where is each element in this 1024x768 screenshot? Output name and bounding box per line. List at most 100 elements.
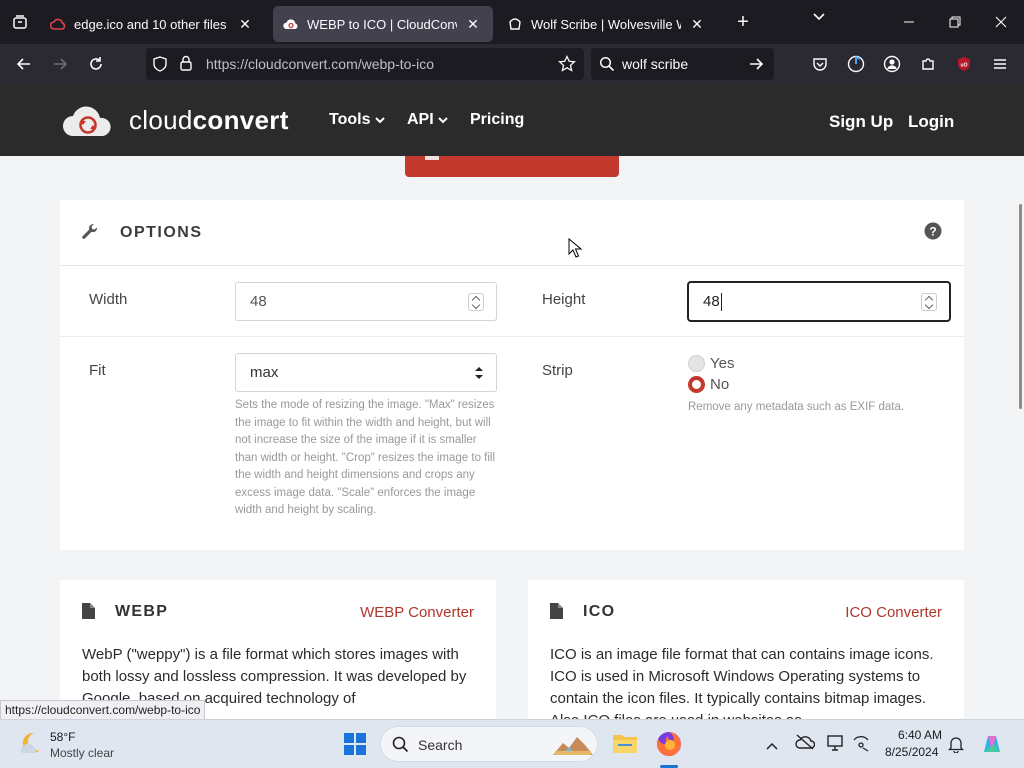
chevron-down-icon[interactable]	[812, 10, 826, 29]
nav-pricing[interactable]: Pricing	[470, 111, 524, 129]
taskbar-search[interactable]: Search	[380, 726, 598, 762]
width-stepper[interactable]	[468, 293, 484, 311]
cloudconvert-logo-icon[interactable]	[61, 102, 115, 143]
webp-converter-link[interactable]: WEBP Converter	[360, 604, 474, 621]
account-icon[interactable]	[874, 48, 910, 80]
fit-help-text: Sets the mode of resizing the image. "Ma…	[235, 399, 496, 516]
search-text: wolf scribe	[622, 56, 689, 72]
document-icon	[82, 603, 95, 624]
convert-button[interactable]	[405, 156, 619, 177]
menu-hamburger-icon[interactable]	[982, 48, 1018, 80]
strip-no-radio[interactable]	[688, 376, 705, 393]
tab-list-icon[interactable]	[0, 0, 40, 44]
tab-wolf-scribe-wiki[interactable]: Wolf Scribe | Wolvesville Wiki | F ✕	[497, 6, 717, 42]
search-highlight-icon	[551, 733, 595, 762]
width-label: Width	[89, 291, 128, 308]
nav-tools[interactable]: Tools	[329, 111, 385, 129]
text-cursor	[720, 292, 722, 311]
pocket-icon[interactable]	[802, 48, 838, 80]
bookmark-star-icon[interactable]	[558, 54, 576, 78]
ico-converter-link[interactable]: ICO Converter	[845, 604, 942, 621]
logo-wordmark[interactable]: cloudconvert	[129, 105, 289, 136]
close-window-icon[interactable]	[978, 0, 1024, 44]
options-panel: OPTIONS ? Width 48 Height 48 Fit max Set…	[60, 200, 964, 550]
minimize-icon[interactable]	[886, 0, 932, 44]
lock-icon[interactable]	[179, 55, 193, 76]
search-icon	[599, 56, 615, 77]
ico-card-title: ICO	[583, 603, 616, 620]
page-scrollbar[interactable]	[1016, 156, 1024, 719]
shield-icon[interactable]	[152, 56, 168, 77]
chevron-up-icon[interactable]	[766, 738, 778, 756]
width-input[interactable]: 48	[235, 282, 497, 321]
chevron-down-icon	[438, 111, 448, 128]
strip-help-text: Remove any metadata such as EXIF data.	[688, 401, 905, 413]
restore-icon[interactable]	[932, 0, 978, 44]
nav-api-label: API	[407, 111, 434, 128]
cloud-offline-icon[interactable]	[795, 734, 816, 755]
svg-text:uO: uO	[961, 63, 968, 69]
nav-tools-label: Tools	[329, 111, 371, 128]
login-link[interactable]: Login	[908, 112, 954, 132]
webp-info-card: WEBP WEBP Converter WebP ("weppy") is a …	[60, 580, 496, 719]
weather-desc[interactable]: Mostly clear	[50, 746, 114, 760]
row-divider	[60, 336, 964, 337]
close-tab-icon[interactable]: ✕	[687, 16, 707, 33]
go-arrow-icon[interactable]	[748, 56, 764, 77]
strip-yes-label[interactable]: Yes	[710, 355, 734, 372]
clock-date[interactable]: 8/25/2024	[885, 745, 938, 759]
display-icon[interactable]	[827, 734, 845, 757]
tab-edge-ico-files[interactable]: edge.ico and 10 other files | File ✕	[40, 6, 265, 42]
ublock-icon[interactable]: uO	[946, 48, 982, 80]
link-status-url: https://cloudconvert.com/webp-to-ico	[0, 700, 206, 721]
weather-moon-icon[interactable]	[16, 729, 44, 762]
wiki-icon	[507, 16, 523, 32]
network-icon[interactable]	[852, 734, 870, 757]
logo-bold-text: convert	[192, 105, 289, 135]
options-header: OPTIONS ?	[60, 200, 964, 266]
wrench-icon	[81, 223, 99, 246]
firefox-icon[interactable]	[655, 730, 683, 763]
height-value: 48	[703, 293, 720, 310]
site-header: cloudconvert Tools API Pricing Sign Up L…	[0, 85, 1024, 156]
logo-light-text: cloud	[129, 105, 193, 135]
strip-yes-radio[interactable]	[688, 355, 705, 372]
notification-bell-icon[interactable]	[947, 735, 965, 758]
fit-label: Fit	[89, 362, 106, 379]
file-explorer-icon[interactable]	[612, 732, 638, 759]
select-arrows-icon	[474, 366, 484, 384]
height-input[interactable]: 48	[688, 282, 950, 321]
page-content: OPTIONS ? Width 48 Height 48 Fit max Set…	[0, 156, 1016, 719]
back-arrow-icon[interactable]	[6, 48, 42, 80]
scrollbar-thumb[interactable]	[1019, 204, 1022, 409]
extensions-icon[interactable]	[910, 48, 946, 80]
reload-icon[interactable]	[78, 48, 114, 80]
browser-tab-strip: edge.ico and 10 other files | File ✕ WEB…	[0, 0, 1024, 44]
file-icon	[425, 156, 439, 160]
ico-description: ICO is an image file format that can con…	[550, 646, 934, 719]
forward-arrow-icon[interactable]	[42, 48, 78, 80]
strip-no-label[interactable]: No	[710, 376, 729, 393]
cloud-icon	[50, 16, 66, 32]
height-stepper[interactable]	[921, 293, 937, 311]
browser-nav-bar: https://cloudconvert.com/webp-to-ico wol…	[0, 44, 1024, 85]
tab-webp-to-ico[interactable]: WEBP to ICO | CloudConvert ✕	[273, 6, 493, 42]
help-icon[interactable]: ?	[924, 222, 942, 245]
fit-select[interactable]: max	[235, 353, 497, 392]
webp-card-title: WEBP	[115, 603, 169, 620]
copilot-icon[interactable]	[980, 732, 1004, 761]
signup-link[interactable]: Sign Up	[829, 112, 893, 132]
timer-extension-icon[interactable]	[838, 48, 874, 80]
address-bar[interactable]: https://cloudconvert.com/webp-to-ico	[146, 48, 584, 80]
fit-selected-value: max	[250, 364, 279, 381]
new-tab-icon[interactable]: +	[725, 11, 761, 34]
strip-label: Strip	[542, 362, 573, 379]
nav-api[interactable]: API	[407, 111, 448, 129]
close-tab-icon[interactable]: ✕	[235, 16, 255, 33]
search-bar[interactable]: wolf scribe	[591, 48, 774, 80]
mouse-pointer-icon	[568, 237, 583, 264]
weather-temp[interactable]: 58°F	[50, 730, 75, 744]
windows-start-icon[interactable]	[344, 733, 366, 760]
clock-time[interactable]: 6:40 AM	[898, 728, 942, 742]
close-tab-icon[interactable]: ✕	[463, 16, 483, 33]
